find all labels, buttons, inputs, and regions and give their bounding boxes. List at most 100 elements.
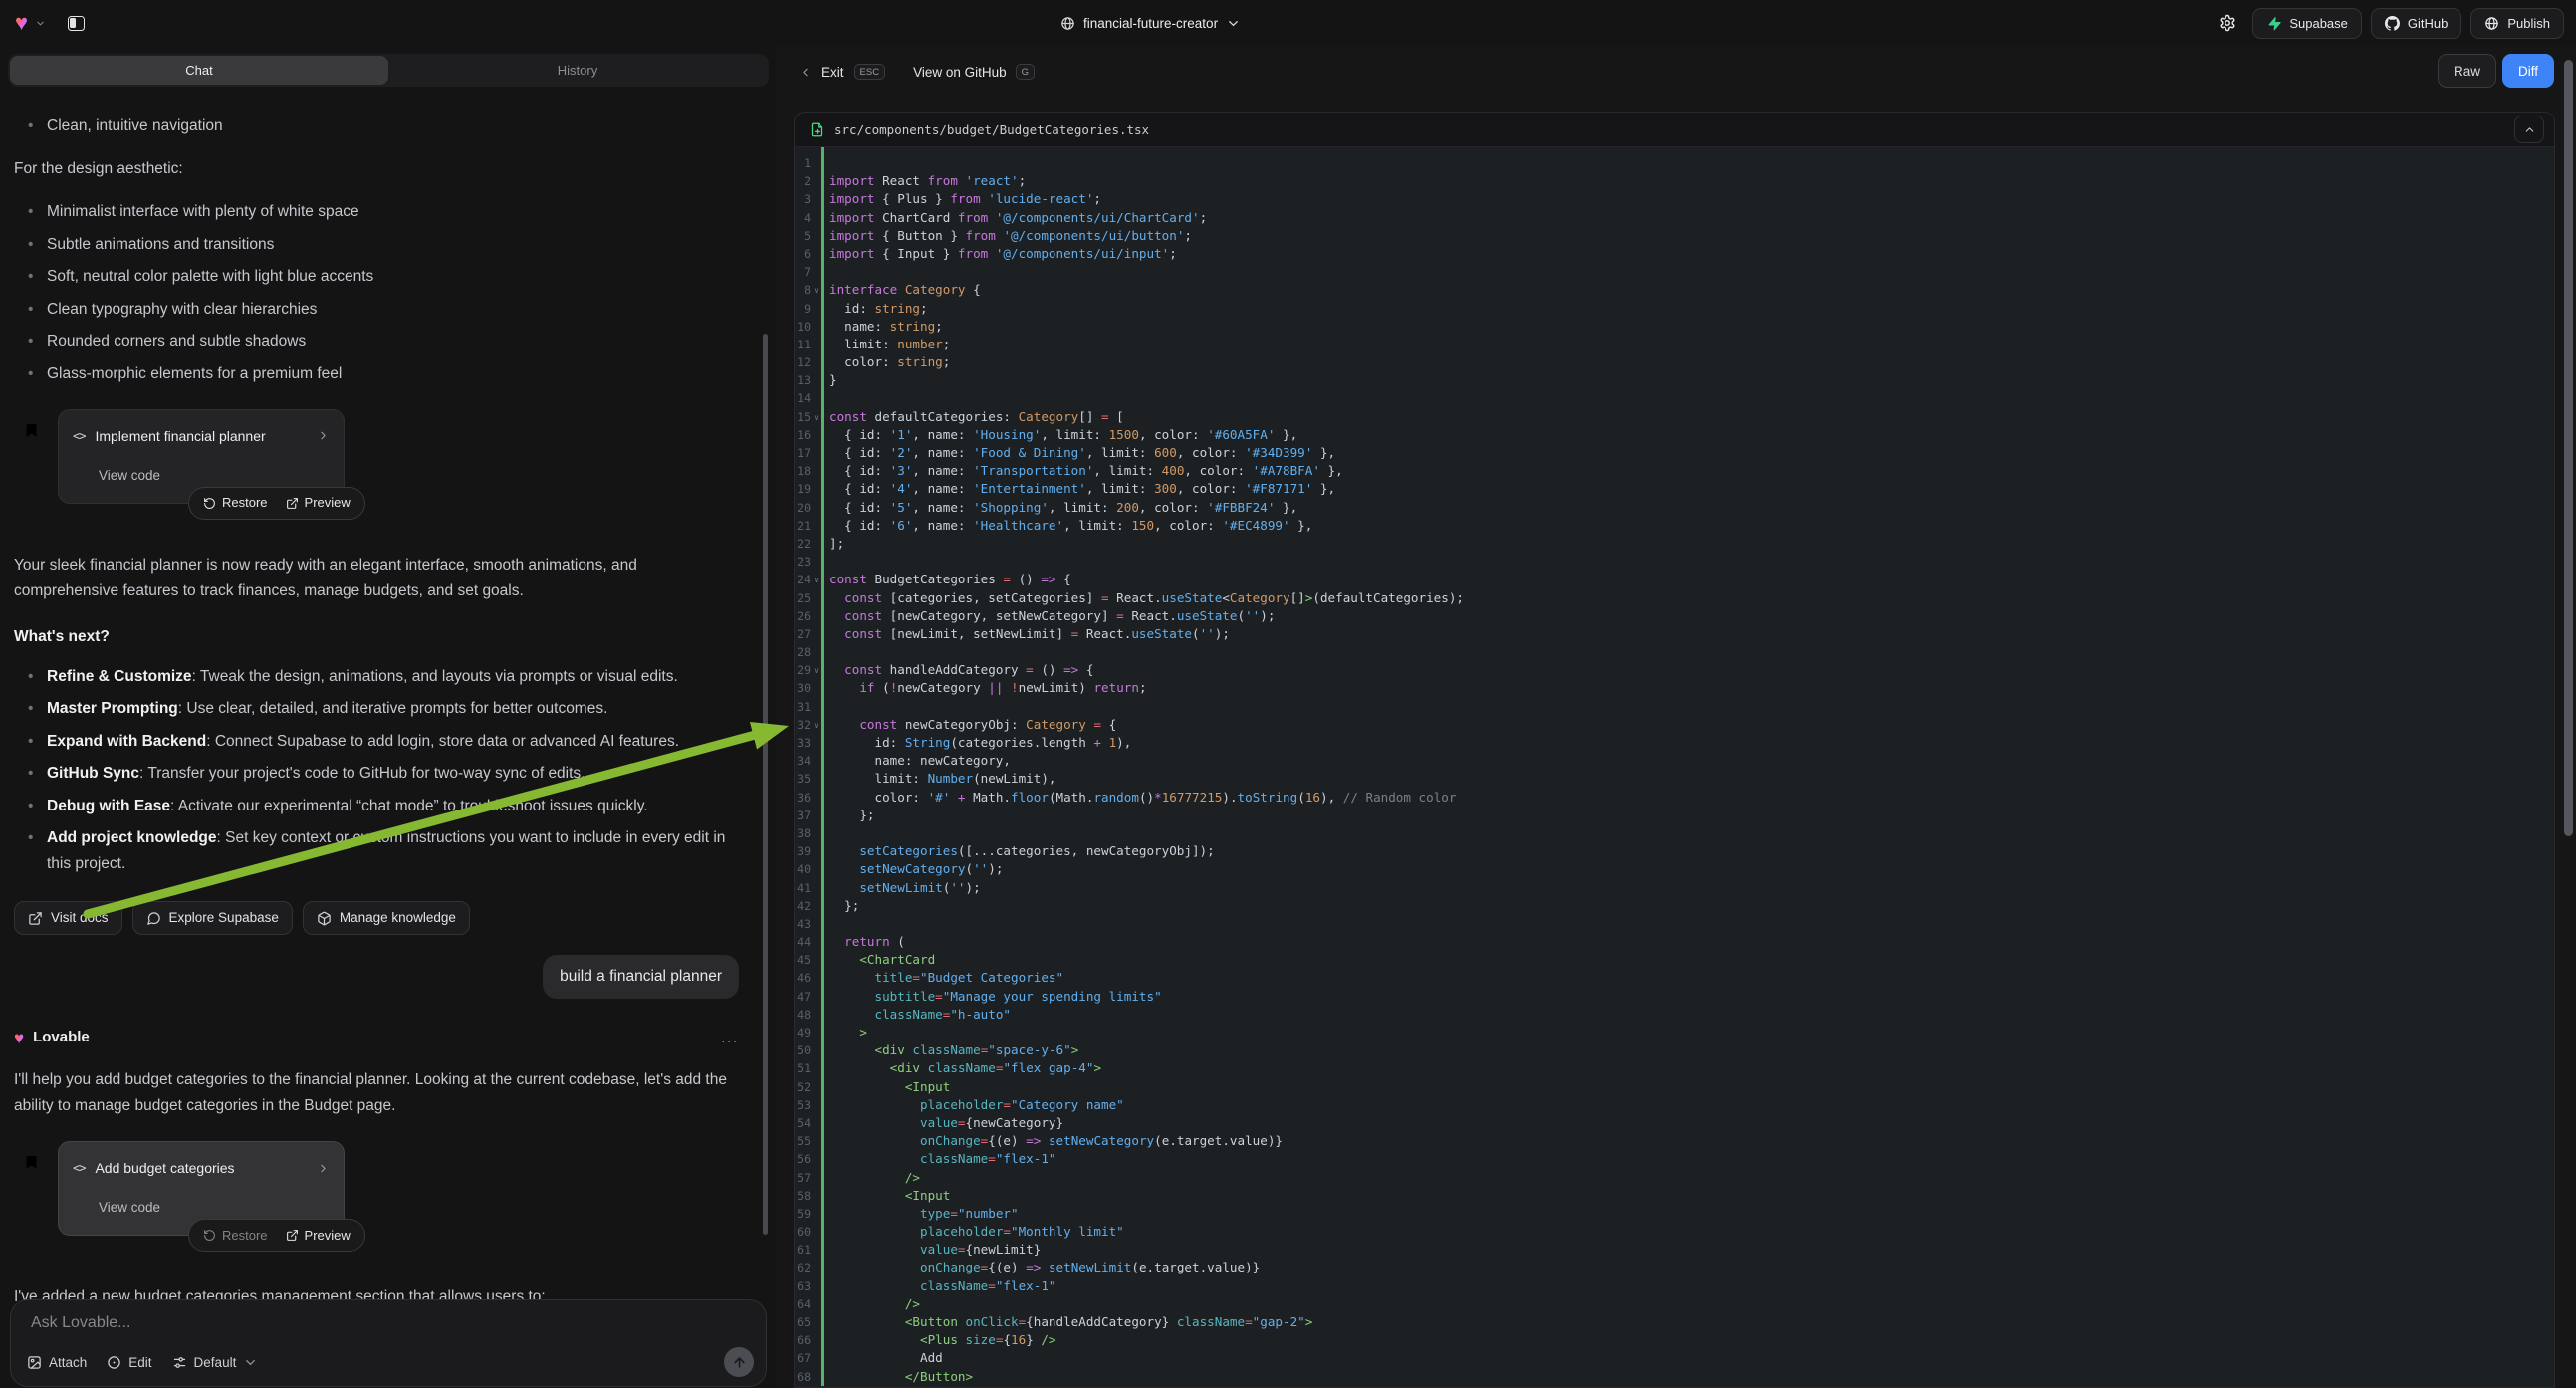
code-line[interactable]: 32∨ const newCategoryObj: Category = { [795,716,2554,734]
view-code-link[interactable]: View code [99,463,330,489]
code-line[interactable]: 48 className="h-auto" [795,1006,2554,1024]
fold-chevron-icon[interactable]: ∨ [811,661,821,679]
code-line[interactable]: 55 onChange={(e) => setNewCategory(e.tar… [795,1132,2554,1150]
code-line[interactable]: 56 className="flex-1" [795,1150,2554,1168]
code-line[interactable]: 30 if (!newCategory || !newLimit) return… [795,679,2554,697]
restore-button[interactable]: Restore [196,490,275,516]
code-line[interactable]: 13} [795,371,2554,389]
code-line[interactable]: 19 { id: '4', name: 'Entertainment', lim… [795,480,2554,498]
manage-knowledge-button[interactable]: Manage knowledge [303,901,470,935]
visit-docs-button[interactable]: Visit docs [14,901,122,935]
code-line[interactable]: 49 > [795,1024,2554,1041]
code-line[interactable]: 40 setNewCategory(''); [795,860,2554,878]
code-line[interactable]: 33 id: String(categories.length + 1), [795,734,2554,752]
chevron-left-icon[interactable] [799,66,812,79]
raw-button[interactable]: Raw [2438,54,2496,88]
code-line[interactable]: 14 [795,389,2554,407]
code-line[interactable]: 66 <Plus size={16} /> [795,1331,2554,1349]
sidebar-toggle-button[interactable] [61,8,91,38]
fold-chevron-icon[interactable]: ∨ [811,716,821,734]
code-line[interactable]: 11 limit: number; [795,336,2554,353]
code-line[interactable]: 16 { id: '1', name: 'Housing', limit: 15… [795,426,2554,444]
code-line[interactable]: 35 limit: Number(newLimit), [795,770,2554,788]
code-line[interactable]: 24∨const BudgetCategories = () => { [795,571,2554,588]
code-line[interactable]: 12 color: string; [795,353,2554,371]
mode-select[interactable]: Default [172,1355,259,1370]
fold-chevron-icon[interactable]: ∨ [811,281,821,299]
code-line[interactable]: 21 { id: '6', name: 'Healthcare', limit:… [795,517,2554,535]
code-line[interactable]: 5import { Button } from '@/components/ui… [795,227,2554,245]
restore-button[interactable]: Restore [196,1223,275,1249]
supabase-button[interactable]: Supabase [2252,8,2362,39]
code-line[interactable]: 67 Add [795,1349,2554,1367]
version-card[interactable]: <>Implement financial plannerView codeRe… [58,409,345,504]
view-on-github-button[interactable]: View on GitHub [913,65,1007,80]
project-switcher[interactable]: financial-future-creator [1060,0,1241,46]
collapse-file-button[interactable] [2514,116,2544,143]
code-line[interactable]: 2import React from 'react'; [795,172,2554,190]
code-line[interactable]: 50 <div className="space-y-6"> [795,1041,2554,1059]
code-line[interactable]: 25 const [categories, setCategories] = R… [795,589,2554,607]
explore-supabase-button[interactable]: Explore Supabase [132,901,293,935]
code-line[interactable]: 65 <Button onClick={handleAddCategory} c… [795,1313,2554,1331]
code-line[interactable]: 62 onChange={(e) => setNewLimit(e.target… [795,1259,2554,1276]
code-line[interactable]: 51 <div className="flex gap-4"> [795,1059,2554,1077]
code-line[interactable]: 10 name: string; [795,318,2554,336]
code-line[interactable]: 36 color: '#' + Math.floor(Math.random()… [795,789,2554,807]
publish-button[interactable]: Publish [2470,8,2564,39]
code-line[interactable]: 15∨const defaultCategories: Category[] =… [795,408,2554,426]
chat-input[interactable] [31,1314,750,1342]
code-line[interactable]: 39 setCategories([...categories, newCate… [795,842,2554,860]
code-line[interactable]: 57 /> [795,1169,2554,1187]
code-line[interactable]: 6import { Input } from '@/components/ui/… [795,245,2554,263]
code-line[interactable]: 9 id: string; [795,300,2554,318]
code-line[interactable]: 63 className="flex-1" [795,1277,2554,1295]
exit-button[interactable]: Exit [821,65,844,80]
settings-button[interactable] [2212,7,2243,39]
code-line[interactable]: 44 return ( [795,933,2554,951]
code-line[interactable]: 23 [795,553,2554,571]
code-line[interactable]: 22]; [795,535,2554,553]
view-code-link[interactable]: View code [99,1195,330,1221]
send-button[interactable] [724,1347,754,1377]
code-line[interactable]: 43 [795,915,2554,933]
code-line[interactable]: 41 setNewLimit(''); [795,879,2554,897]
code-line[interactable]: 54 value={newCategory} [795,1114,2554,1132]
code-editor[interactable]: 12import React from 'react';3import { Pl… [795,147,2554,1386]
code-line[interactable]: 61 value={newLimit} [795,1241,2554,1259]
code-line[interactable]: 8∨interface Category { [795,281,2554,299]
code-line[interactable]: 47 subtitle="Manage your spending limits… [795,988,2554,1006]
code-line[interactable]: 58 <Input [795,1187,2554,1205]
version-card[interactable]: <>Add budget categoriesView codeRestoreP… [58,1141,345,1236]
diff-button[interactable]: Diff [2502,54,2554,88]
lovable-logo-icon[interactable]: ♥ [15,12,28,34]
code-line[interactable]: 3import { Plus } from 'lucide-react'; [795,190,2554,208]
code-line[interactable]: 68 </Button> [795,1368,2554,1386]
code-line[interactable]: 34 name: newCategory, [795,752,2554,770]
attach-button[interactable]: Attach [27,1355,87,1370]
code-line[interactable]: 59 type="number" [795,1205,2554,1223]
code-line[interactable]: 52 <Input [795,1078,2554,1096]
chat-scrollbar[interactable] [763,334,768,1235]
code-line[interactable]: 42 }; [795,897,2554,915]
github-button[interactable]: GitHub [2371,8,2461,39]
code-line[interactable]: 45 <ChartCard [795,951,2554,969]
code-line[interactable]: 31 [795,698,2554,716]
code-line[interactable]: 27 const [newLimit, setNewLimit] = React… [795,625,2554,643]
code-line[interactable]: 37 }; [795,807,2554,824]
code-line[interactable]: 7 [795,263,2554,281]
code-line[interactable]: 60 placeholder="Monthly limit" [795,1223,2554,1241]
tab-chat[interactable]: Chat [10,56,388,85]
fold-chevron-icon[interactable]: ∨ [811,571,821,588]
message-menu-icon[interactable]: ... [721,1025,739,1050]
chevron-down-icon[interactable] [35,18,46,29]
tab-history[interactable]: History [388,56,767,85]
code-line[interactable]: 38 [795,824,2554,842]
chat-message-list[interactable]: Clean, intuitive navigationFor the desig… [0,90,777,1340]
preview-button[interactable]: Preview [279,1223,357,1249]
code-line[interactable]: 53 placeholder="Category name" [795,1096,2554,1114]
code-line[interactable]: 4import ChartCard from '@/components/ui/… [795,209,2554,227]
code-line[interactable]: 28 [795,643,2554,661]
fold-chevron-icon[interactable]: ∨ [811,408,821,426]
code-line[interactable]: 20 { id: '5', name: 'Shopping', limit: 2… [795,499,2554,517]
